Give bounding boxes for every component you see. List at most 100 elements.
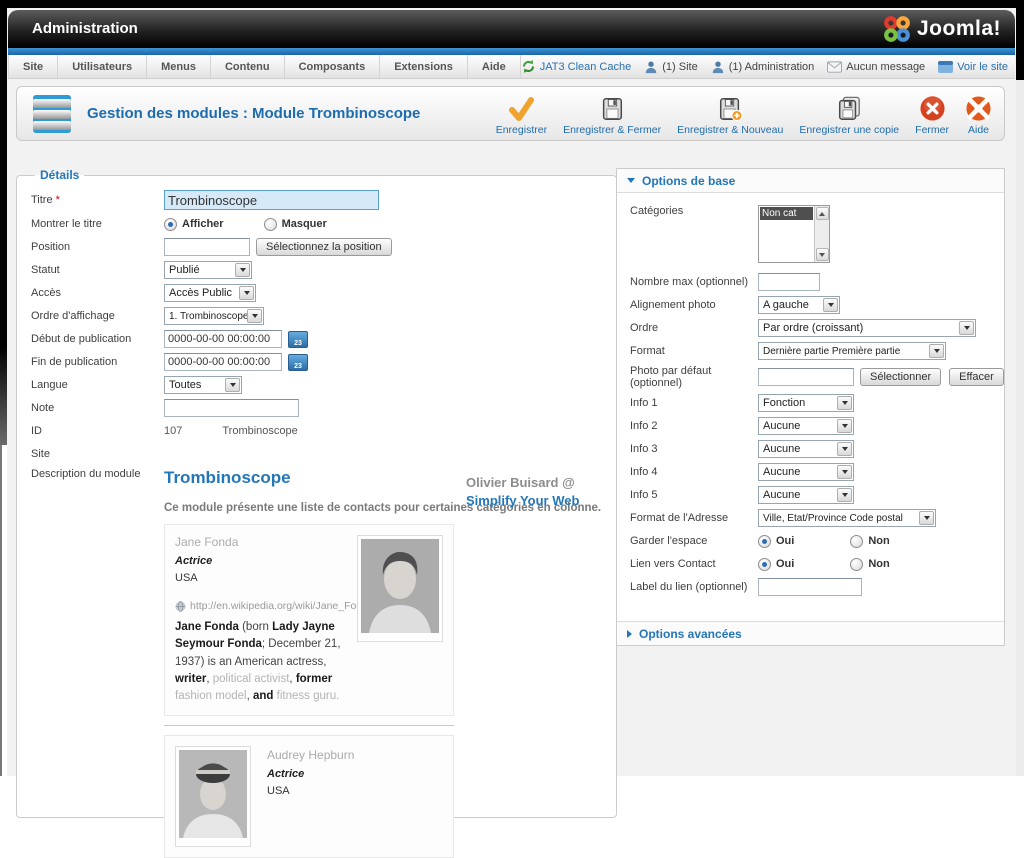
statut-select[interactable]: Publié [164,261,252,279]
radio-masquer[interactable] [264,218,277,231]
menu-menus[interactable]: Menus [147,55,211,78]
photo-clear-button[interactable]: Effacer [949,368,1004,386]
dropdown-arrow-icon [837,396,852,410]
save-new-button[interactable]: Enregistrer & Nouveau [673,93,787,137]
langue-label: Langue [31,379,164,391]
langue-select[interactable]: Toutes [164,376,242,394]
page-scrollbar[interactable] [1016,0,1024,776]
id-label: ID [31,425,164,437]
admin-page: Administration Joomla! Site Utilisateurs… [7,8,1016,776]
menu-extensions[interactable]: Extensions [380,55,468,78]
status-clean-cache[interactable]: JAT3 Clean Cache [521,59,632,74]
save-button[interactable]: Enregistrer [492,93,551,137]
nombre-max-label: Nombre max (optionnel) [630,276,758,288]
dropdown-arrow-icon [225,378,240,392]
joomla-logo-text: Joomla! [917,17,1001,41]
listbox-scrollbar[interactable] [814,206,829,262]
close-icon [919,94,946,123]
dropdown-arrow-icon [247,309,262,323]
help-button[interactable]: Aide [961,93,996,137]
acces-label: Accès [31,287,164,299]
options-de-base-header[interactable]: Options de base [617,169,1004,193]
titre-input[interactable] [164,190,379,210]
garder-espace-label: Garder l'espace [630,535,758,547]
status-site-users[interactable]: (1) Site [644,60,697,74]
debut-publication-label: Début de publication [31,333,164,345]
info1-select[interactable]: Fonction [758,394,854,412]
options-accordion: Options de base Catégories Non cat Nombr… [616,168,1005,646]
status-view-site[interactable]: Voir le site [938,61,1008,73]
afficher-label: Afficher [182,218,224,230]
status-messages[interactable]: Aucun message [827,61,925,73]
info3-label: Info 3 [630,443,758,455]
radio-garder-oui[interactable] [758,535,771,548]
dropdown-arrow-icon [239,286,254,300]
options-avancees-header[interactable]: Options avancées [617,621,1004,645]
format-adresse-select[interactable]: Ville, Etat/Province Code postal [758,509,936,527]
dropdown-arrow-icon [837,465,852,479]
blue-accent-bar [8,48,1015,55]
photo-defaut-label: Photo par défaut (optionnel) [630,365,758,389]
dropdown-arrow-icon [919,511,934,525]
module-description-preview: Trombinoscope Ce module présente une lis… [164,468,604,858]
format-select[interactable]: Dernière partie Première partie [758,342,946,360]
description-module-label: Description du module [31,468,164,480]
menu-site[interactable]: Site [8,55,58,78]
nombre-max-input[interactable] [758,273,820,291]
save-new-icon [717,94,743,123]
chevron-down-icon [627,178,635,183]
alignement-photo-select[interactable]: A gauche [758,296,840,314]
dropdown-arrow-icon [837,442,852,456]
required-mark: * [56,194,60,206]
contact-photo [175,746,251,847]
note-label: Note [31,402,164,414]
fin-publication-label: Fin de publication [31,356,164,368]
radio-afficher[interactable] [164,218,177,231]
simplify-your-web-link[interactable]: Simplify Your Web [466,493,579,508]
info5-select[interactable]: Aucune [758,486,854,504]
note-input[interactable] [164,399,299,417]
categories-listbox[interactable]: Non cat [758,205,830,263]
scrollbar-top-cap [1016,0,1024,80]
dropdown-arrow-icon [837,488,852,502]
photo-select-button[interactable]: Sélectionner [860,368,941,386]
category-option-selected[interactable]: Non cat [760,207,813,220]
contact-card-jane-fonda: Jane Fonda Actrice USA http://en.wikiped… [164,524,454,716]
save-copy-button[interactable]: Enregistrer une copie [795,93,903,137]
radio-lien-oui[interactable] [758,558,771,571]
radio-lien-non[interactable] [850,558,863,571]
debut-publication-input[interactable] [164,330,282,348]
close-button[interactable]: Fermer [911,93,953,137]
menu-aide[interactable]: Aide [468,55,521,78]
photo-defaut-input[interactable] [758,368,854,386]
options-de-base-body: Catégories Non cat Nombre max (optionnel… [617,193,1004,621]
save-copy-icon [836,94,862,123]
dropdown-arrow-icon [823,298,838,312]
fin-publication-input[interactable] [164,353,282,371]
label-lien-input[interactable] [758,578,862,596]
calendar-button[interactable]: 23 [288,354,308,371]
info4-select[interactable]: Aucune [758,463,854,481]
acces-select[interactable]: Accès Public [164,284,256,302]
calendar-button[interactable]: 23 [288,331,308,348]
info4-label: Info 4 [630,466,758,478]
menu-utilisateurs[interactable]: Utilisateurs [58,55,147,78]
info3-select[interactable]: Aucune [758,440,854,458]
select-position-button[interactable]: Sélectionnez la position [256,238,392,256]
info2-select[interactable]: Aucune [758,417,854,435]
radio-garder-non[interactable] [850,535,863,548]
modules-icon [33,95,71,133]
site-users-icon [644,60,658,74]
contact-country: USA [267,785,354,797]
menu-contenu[interactable]: Contenu [211,55,285,78]
position-input[interactable] [164,238,250,256]
ordre-select[interactable]: Par ordre (croissant) [758,319,976,337]
scroll-up-icon[interactable] [816,207,829,220]
save-close-button[interactable]: Enregistrer & Fermer [559,93,665,137]
view-site-icon [938,61,953,73]
status-admin-users[interactable]: (1) Administration [711,60,815,74]
menu-composants[interactable]: Composants [285,55,381,78]
scroll-down-icon[interactable] [816,248,829,261]
ordre-affichage-select[interactable]: 1. Trombinoscope [164,307,264,325]
details-legend: Détails [35,168,84,182]
